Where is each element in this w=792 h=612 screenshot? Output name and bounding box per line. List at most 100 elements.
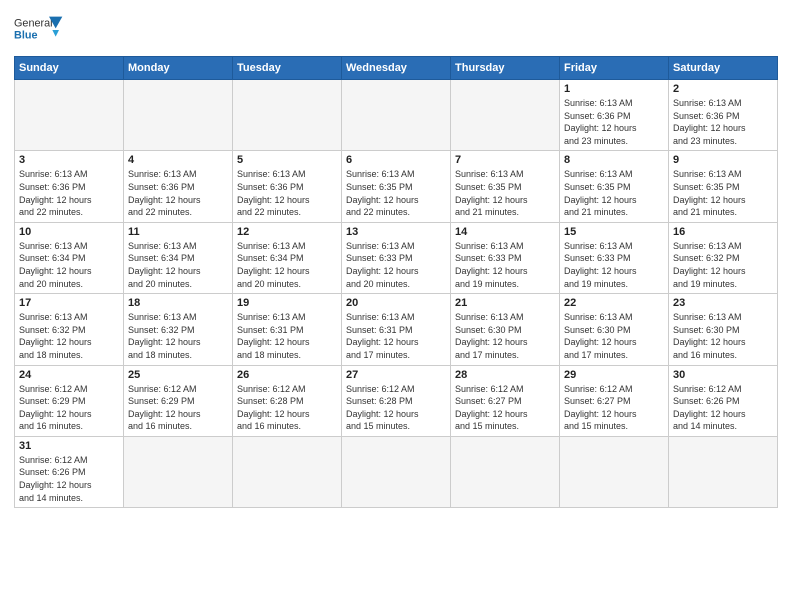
calendar-cell: 1Sunrise: 6:13 AMSunset: 6:36 PMDaylight…	[560, 80, 669, 151]
day-info: Sunrise: 6:13 AMSunset: 6:33 PMDaylight:…	[346, 240, 446, 290]
calendar-cell	[669, 436, 778, 507]
calendar-cell: 24Sunrise: 6:12 AMSunset: 6:29 PMDayligh…	[15, 365, 124, 436]
calendar-cell: 5Sunrise: 6:13 AMSunset: 6:36 PMDaylight…	[233, 151, 342, 222]
day-number: 14	[455, 226, 555, 238]
day-info: Sunrise: 6:12 AMSunset: 6:27 PMDaylight:…	[455, 383, 555, 433]
day-number: 10	[19, 226, 119, 238]
day-number: 19	[237, 297, 337, 309]
day-info: Sunrise: 6:13 AMSunset: 6:31 PMDaylight:…	[346, 311, 446, 361]
day-header-tuesday: Tuesday	[233, 57, 342, 80]
day-number: 8	[564, 154, 664, 166]
day-info: Sunrise: 6:13 AMSunset: 6:34 PMDaylight:…	[237, 240, 337, 290]
calendar-cell: 4Sunrise: 6:13 AMSunset: 6:36 PMDaylight…	[124, 151, 233, 222]
day-info: Sunrise: 6:13 AMSunset: 6:34 PMDaylight:…	[128, 240, 228, 290]
calendar-body: 1Sunrise: 6:13 AMSunset: 6:36 PMDaylight…	[15, 80, 778, 508]
day-info: Sunrise: 6:12 AMSunset: 6:26 PMDaylight:…	[673, 383, 773, 433]
calendar-cell: 7 Sunrise: 6:13 AMSunset: 6:35 PMDaylight…	[451, 151, 560, 222]
logo: General Blue	[14, 10, 64, 50]
calendar-cell: 31 Sunrise: 6:12 AMSunset: 6:26 PMDayligh…	[15, 436, 124, 507]
day-info: Sunrise: 6:13 AMSunset: 6:35 PMDaylight:…	[564, 168, 664, 218]
day-number: 17	[19, 297, 119, 309]
day-number: 27	[346, 369, 446, 381]
calendar-week-row: 31 Sunrise: 6:12 AMSunset: 6:26 PMDayligh…	[15, 436, 778, 507]
day-number: 13	[346, 226, 446, 238]
day-number: 18	[128, 297, 228, 309]
day-info: Sunrise: 6:13 AMSunset: 6:34 PMDaylight:…	[19, 240, 119, 290]
calendar-week-row: 1Sunrise: 6:13 AMSunset: 6:36 PMDaylight…	[15, 80, 778, 151]
calendar-cell: 27Sunrise: 6:12 AMSunset: 6:28 PMDayligh…	[342, 365, 451, 436]
day-info: Sunrise: 6:13 AMSunset: 6:36 PMDaylight:…	[19, 168, 119, 218]
day-info: Sunrise: 6:12 AMSunset: 6:27 PMDaylight:…	[564, 383, 664, 433]
day-number: 5	[237, 154, 337, 166]
day-number: 31	[19, 440, 119, 452]
day-header-sunday: Sunday	[15, 57, 124, 80]
calendar-cell	[233, 436, 342, 507]
day-number: 9	[673, 154, 773, 166]
calendar-header: SundayMondayTuesdayWednesdayThursdayFrid…	[15, 57, 778, 80]
calendar-cell: 14Sunrise: 6:13 AMSunset: 6:33 PMDayligh…	[451, 222, 560, 293]
day-number: 7	[455, 154, 555, 166]
calendar-cell: 12 Sunrise: 6:13 AMSunset: 6:34 PMDayligh…	[233, 222, 342, 293]
day-info: Sunrise: 6:13 AMSunset: 6:30 PMDaylight:…	[455, 311, 555, 361]
calendar-cell: 2Sunrise: 6:13 AMSunset: 6:36 PMDaylight…	[669, 80, 778, 151]
calendar-week-row: 17 Sunrise: 6:13 AMSunset: 6:32 PMDayligh…	[15, 294, 778, 365]
calendar-cell: 30Sunrise: 6:12 AMSunset: 6:26 PMDayligh…	[669, 365, 778, 436]
calendar-table: SundayMondayTuesdayWednesdayThursdayFrid…	[14, 56, 778, 508]
day-header-monday: Monday	[124, 57, 233, 80]
calendar-cell: 21Sunrise: 6:13 AMSunset: 6:30 PMDayligh…	[451, 294, 560, 365]
calendar-cell	[342, 80, 451, 151]
calendar-cell: 3 Sunrise: 6:13 AMSunset: 6:36 PMDaylight…	[15, 151, 124, 222]
calendar-cell: 20Sunrise: 6:13 AMSunset: 6:31 PMDayligh…	[342, 294, 451, 365]
calendar-cell	[560, 436, 669, 507]
day-info: Sunrise: 6:13 AMSunset: 6:33 PMDaylight:…	[564, 240, 664, 290]
calendar-cell: 28 Sunrise: 6:12 AMSunset: 6:27 PMDayligh…	[451, 365, 560, 436]
day-number: 29	[564, 369, 664, 381]
day-number: 4	[128, 154, 228, 166]
day-info: Sunrise: 6:12 AMSunset: 6:29 PMDaylight:…	[128, 383, 228, 433]
calendar-cell: 19 Sunrise: 6:13 AMSunset: 6:31 PMDayligh…	[233, 294, 342, 365]
day-number: 2	[673, 83, 773, 95]
calendar-cell: 25 Sunrise: 6:12 AMSunset: 6:29 PMDayligh…	[124, 365, 233, 436]
day-info: Sunrise: 6:13 AMSunset: 6:32 PMDaylight:…	[673, 240, 773, 290]
day-headers-row: SundayMondayTuesdayWednesdayThursdayFrid…	[15, 57, 778, 80]
day-info: Sunrise: 6:13 AMSunset: 6:35 PMDaylight:…	[346, 168, 446, 218]
calendar-cell: 23Sunrise: 6:13 AMSunset: 6:30 PMDayligh…	[669, 294, 778, 365]
logo-icon: General Blue	[14, 10, 64, 50]
svg-text:Blue: Blue	[14, 29, 37, 41]
day-number: 12	[237, 226, 337, 238]
calendar-cell: 15 Sunrise: 6:13 AMSunset: 6:33 PMDayligh…	[560, 222, 669, 293]
calendar-cell	[15, 80, 124, 151]
svg-text:General: General	[14, 18, 53, 30]
calendar-cell: 9Sunrise: 6:13 AMSunset: 6:35 PMDaylight…	[669, 151, 778, 222]
calendar-cell: 26 Sunrise: 6:12 AMSunset: 6:28 PMDayligh…	[233, 365, 342, 436]
day-info: Sunrise: 6:13 AMSunset: 6:30 PMDaylight:…	[673, 311, 773, 361]
day-header-thursday: Thursday	[451, 57, 560, 80]
calendar-cell	[233, 80, 342, 151]
page: General Blue SundayMondayTuesdayWednesda…	[0, 0, 792, 612]
day-number: 6	[346, 154, 446, 166]
calendar-cell: 11Sunrise: 6:13 AMSunset: 6:34 PMDayligh…	[124, 222, 233, 293]
day-number: 3	[19, 154, 119, 166]
day-info: Sunrise: 6:12 AMSunset: 6:28 PMDaylight:…	[237, 383, 337, 433]
day-number: 15	[564, 226, 664, 238]
day-number: 25	[128, 369, 228, 381]
calendar-cell	[124, 436, 233, 507]
calendar-week-row: 24Sunrise: 6:12 AMSunset: 6:29 PMDayligh…	[15, 365, 778, 436]
day-number: 22	[564, 297, 664, 309]
day-number: 16	[673, 226, 773, 238]
day-header-friday: Friday	[560, 57, 669, 80]
calendar-cell	[342, 436, 451, 507]
day-header-saturday: Saturday	[669, 57, 778, 80]
day-info: Sunrise: 6:13 AMSunset: 6:35 PMDaylight:…	[455, 168, 555, 218]
day-number: 26	[237, 369, 337, 381]
calendar-cell: 8 Sunrise: 6:13 AMSunset: 6:35 PMDaylight…	[560, 151, 669, 222]
day-info: Sunrise: 6:12 AMSunset: 6:26 PMDaylight:…	[19, 454, 119, 504]
day-info: Sunrise: 6:13 AMSunset: 6:31 PMDaylight:…	[237, 311, 337, 361]
calendar-cell: 17 Sunrise: 6:13 AMSunset: 6:32 PMDayligh…	[15, 294, 124, 365]
day-number: 28	[455, 369, 555, 381]
header: General Blue	[14, 10, 778, 50]
day-info: Sunrise: 6:13 AMSunset: 6:32 PMDaylight:…	[19, 311, 119, 361]
calendar-cell: 22Sunrise: 6:13 AMSunset: 6:30 PMDayligh…	[560, 294, 669, 365]
calendar-cell	[451, 436, 560, 507]
calendar-cell: 16 Sunrise: 6:13 AMSunset: 6:32 PMDayligh…	[669, 222, 778, 293]
